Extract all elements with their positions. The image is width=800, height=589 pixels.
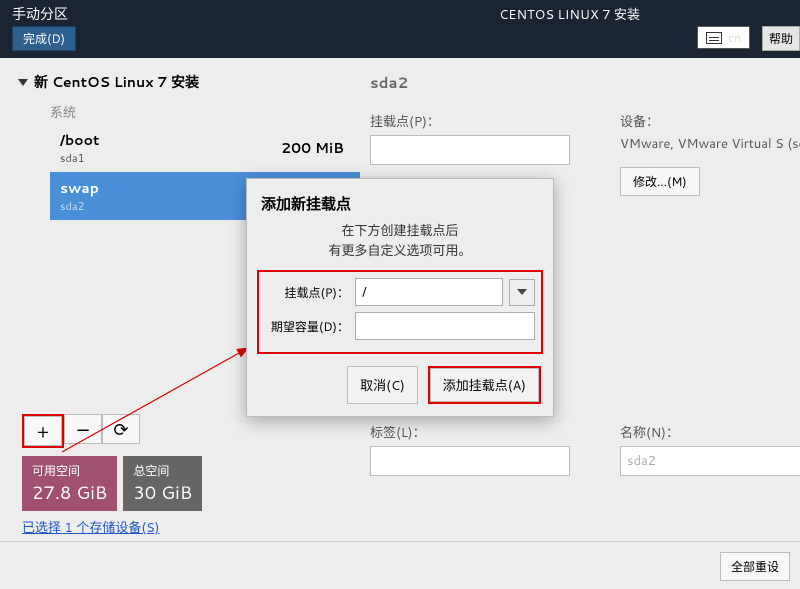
- device-value: VMware, VMware Virtual S (sda): [620, 135, 800, 153]
- dialog-actions: 取消(C) 添加挂载点(A): [247, 354, 553, 416]
- dialog-size-label: 期望容量(D)：: [265, 318, 349, 335]
- partition-buttons: + − ⟳: [22, 414, 202, 448]
- dialog-title: 添加新挂载点: [247, 179, 553, 220]
- label-input[interactable]: [370, 446, 570, 476]
- partition-mount: swap: [60, 178, 99, 198]
- selected-partition-heading: sda2: [370, 72, 800, 93]
- system-group-label: 系统: [50, 102, 360, 122]
- device-label: 设备：: [620, 111, 800, 131]
- partition-mount: /boot: [60, 130, 99, 150]
- reset-all-button[interactable]: 全部重设: [720, 552, 790, 581]
- top-bar: 手动分区 完成(D) CENTOS LINUX 7 安装 cn 帮助: [0, 0, 800, 58]
- dialog-mount-label: 挂载点(P)：: [265, 284, 349, 301]
- dialog-size-input[interactable]: [355, 312, 535, 340]
- annotation-red-box: +: [22, 414, 64, 448]
- annotation-red-box: 添加挂载点(A): [428, 366, 541, 404]
- available-value: 27.8 GiB: [32, 479, 107, 505]
- install-expander[interactable]: 新 CentOS Linux 7 安装: [18, 72, 360, 92]
- total-label: 总空间: [133, 462, 169, 479]
- dialog-mount-input[interactable]: [355, 278, 503, 306]
- mountpoint-input[interactable]: [370, 135, 570, 165]
- keyboard-icon: [706, 32, 722, 44]
- left-bottom: + − ⟳ 可用空间 27.8 GiB 总空间 30 GiB 已选择 1 个存储…: [22, 414, 202, 538]
- chevron-down-icon: [18, 79, 28, 86]
- storage-devices-link[interactable]: 已选择 1 个存储设备(S): [22, 517, 159, 537]
- mountpoint-label: 挂载点(P)：: [370, 111, 570, 131]
- available-label: 可用空间: [32, 462, 80, 479]
- brand-text: CENTOS LINUX 7 安装: [499, 4, 640, 24]
- partition-device: sda2: [60, 198, 99, 214]
- minus-icon: −: [75, 416, 90, 442]
- available-space: 可用空间 27.8 GiB: [22, 456, 117, 511]
- name-label: 名称(N)：: [620, 422, 800, 442]
- modify-device-button[interactable]: 修改...(M): [620, 167, 700, 196]
- partition-device: sda1: [60, 150, 99, 166]
- done-button[interactable]: 完成(D): [12, 26, 76, 51]
- dialog-ok-button[interactable]: 添加挂载点(A): [430, 368, 539, 402]
- annotation-red-box: 挂载点(P)： 期望容量(D)：: [257, 270, 543, 354]
- partition-size: 200 MiB: [281, 138, 344, 158]
- total-space: 总空间 30 GiB: [123, 456, 202, 511]
- chevron-down-icon: [517, 289, 527, 295]
- add-partition-button[interactable]: +: [24, 416, 62, 446]
- dialog-cancel-button[interactable]: 取消(C): [347, 366, 418, 404]
- page-title: 手动分区: [12, 4, 68, 24]
- reload-icon: ⟳: [113, 416, 128, 442]
- dialog-mount-dropdown[interactable]: [509, 279, 535, 306]
- bottom-bar: 全部重设: [0, 541, 800, 589]
- space-stats: 可用空间 27.8 GiB 总空间 30 GiB: [22, 456, 202, 511]
- keyboard-layout-selector[interactable]: cn: [697, 26, 750, 49]
- label-label: 标签(L)：: [370, 422, 570, 442]
- reload-button[interactable]: ⟳: [102, 414, 140, 444]
- name-input[interactable]: [620, 446, 800, 476]
- total-value: 30 GiB: [133, 479, 192, 505]
- help-button[interactable]: 帮助: [762, 26, 800, 51]
- remove-partition-button[interactable]: −: [64, 414, 102, 444]
- dialog-description: 在下方创建挂载点后 有更多自定义选项可用。: [247, 220, 553, 270]
- partition-row-boot[interactable]: /boot sda1 200 MiB: [50, 124, 360, 172]
- plus-icon: +: [37, 418, 49, 444]
- add-mountpoint-dialog: 添加新挂载点 在下方创建挂载点后 有更多自定义选项可用。 挂载点(P)： 期望容…: [246, 178, 554, 417]
- lang-code: cn: [728, 29, 741, 46]
- expander-label: 新 CentOS Linux 7 安装: [34, 72, 199, 92]
